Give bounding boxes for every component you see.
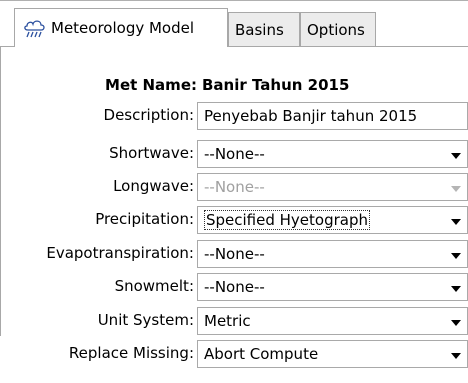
unit-system-value: Metric xyxy=(204,312,251,330)
met-name-label: Met Name: xyxy=(105,76,197,94)
unit-system-label: Unit System: xyxy=(97,311,194,329)
tab-basins-label: Basins xyxy=(235,20,284,39)
tab-options-label: Options xyxy=(307,20,365,39)
meteorology-icon xyxy=(21,17,47,39)
longwave-label: Longwave: xyxy=(113,177,194,195)
longwave-value: --None-- xyxy=(204,178,265,196)
meteorology-model-window: Meteorology Model Basins Options Met Nam… xyxy=(0,0,468,383)
tab-basins[interactable]: Basins xyxy=(228,12,300,46)
shortwave-value: --None-- xyxy=(204,145,265,163)
tab-meteorology-model-label: Meteorology Model xyxy=(51,19,195,37)
precipitation-label: Precipitation: xyxy=(95,210,194,228)
replace-missing-label: Replace Missing: xyxy=(68,344,194,362)
chevron-down-icon xyxy=(451,153,461,159)
chevron-down-icon xyxy=(451,253,461,259)
chevron-down-icon xyxy=(451,219,461,225)
description-label: Description: xyxy=(103,106,194,124)
replace-missing-value: Abort Compute xyxy=(204,345,319,363)
evapotranspiration-label: Evapotranspiration: xyxy=(46,244,194,262)
tab-meteorology-model[interactable]: Meteorology Model xyxy=(14,8,228,47)
evapotranspiration-select[interactable]: --None-- xyxy=(197,240,468,268)
chevron-down-icon xyxy=(451,320,461,326)
longwave-select: --None-- xyxy=(197,173,468,201)
description-value: Penyebab Banjir tahun 2015 xyxy=(204,107,418,125)
chevron-down-icon xyxy=(451,353,461,359)
panel-border xyxy=(0,46,1,336)
snowmelt-value: --None-- xyxy=(204,278,265,296)
chevron-down-icon xyxy=(451,186,461,192)
description-input[interactable]: Penyebab Banjir tahun 2015 xyxy=(197,102,468,130)
top-border xyxy=(0,0,468,1)
evapotranspiration-value: --None-- xyxy=(204,245,265,263)
met-name-value: Banir Tahun 2015 xyxy=(202,76,350,94)
precipitation-select[interactable]: Specified Hyetograph xyxy=(197,206,468,234)
snowmelt-label: Snowmelt: xyxy=(114,277,194,295)
shortwave-label: Shortwave: xyxy=(109,144,194,162)
chevron-down-icon xyxy=(451,286,461,292)
tab-options[interactable]: Options xyxy=(300,12,376,46)
precipitation-value: Specified Hyetograph xyxy=(204,210,371,230)
shortwave-select[interactable]: --None-- xyxy=(197,140,468,168)
replace-missing-select[interactable]: Abort Compute xyxy=(197,340,468,368)
snowmelt-select[interactable]: --None-- xyxy=(197,273,468,301)
unit-system-select[interactable]: Metric xyxy=(197,307,468,335)
